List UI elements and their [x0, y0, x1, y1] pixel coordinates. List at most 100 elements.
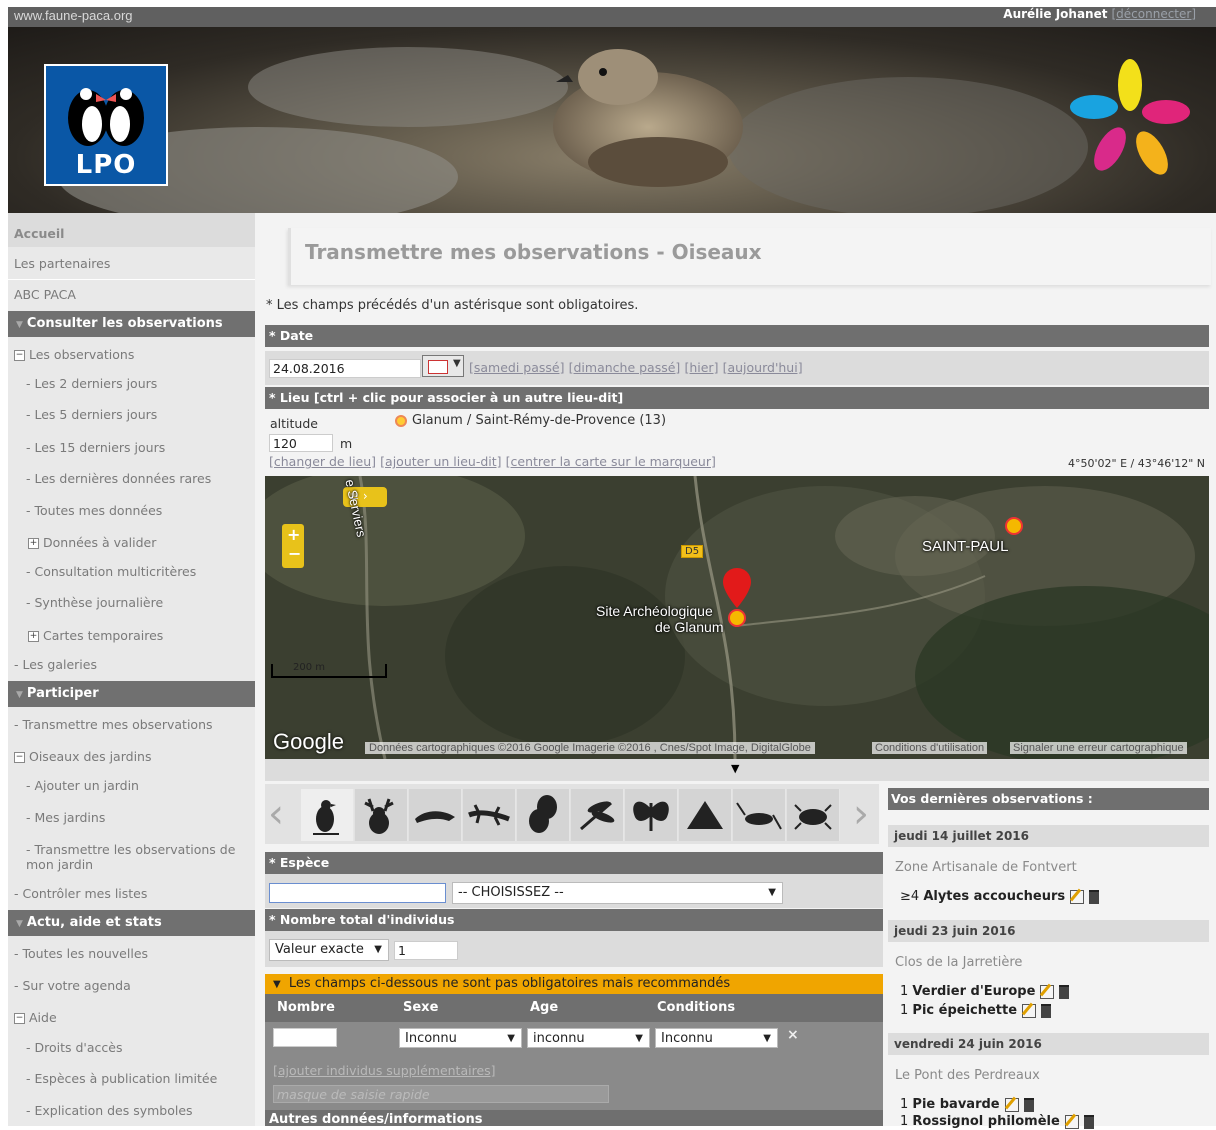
lpo-logo[interactable]: LPO [44, 64, 168, 186]
sidebar-item-15-jours[interactable]: - Les 15 derniers jours [26, 440, 273, 455]
edit-icon[interactable] [1004, 1097, 1019, 1112]
sidebar-item-controler[interactable]: - Contrôler mes listes [14, 886, 261, 901]
sex-select[interactable]: Inconnu ▼ [399, 1028, 522, 1048]
sidebar-item-abc[interactable]: ABC PACA [14, 287, 261, 302]
trash-icon[interactable] [1059, 984, 1070, 999]
edit-icon[interactable] [1022, 1003, 1037, 1018]
obs-place[interactable]: Le Pont des Perdreaux [895, 1068, 1040, 1083]
sidebar-item-especes-publication[interactable]: - Espèces à publication limitée [26, 1071, 273, 1086]
center-map-link[interactable]: [centrer la carte sur le marqueur] [506, 454, 716, 469]
sidebar-item-nouvelles[interactable]: - Toutes les nouvelles [14, 946, 261, 961]
expand-icon: + [28, 538, 39, 549]
species-group-orthoptera[interactable] [679, 789, 732, 841]
species-group-beetle[interactable] [787, 789, 840, 841]
sidebar-item-ajouter-jardin[interactable]: - Ajouter un jardin [26, 778, 273, 793]
zoom-out-icon[interactable]: − [288, 544, 301, 563]
species-group-bird[interactable] [301, 789, 354, 841]
map-report-error-link[interactable]: Signaler une erreur cartographique [1010, 742, 1187, 754]
species-group-reptile[interactable] [463, 789, 516, 841]
chevron-left-icon[interactable]: ‹ [268, 792, 284, 836]
zoom-control[interactable]: + − [282, 524, 304, 568]
sidebar-item-synthese[interactable]: - Synthèse journalière [26, 595, 273, 610]
obs-entry[interactable]: 1 Verdier d'Europe [900, 984, 1070, 999]
species-group-marine[interactable] [409, 789, 462, 841]
trash-icon[interactable] [1023, 1097, 1034, 1112]
obs-place[interactable]: Clos de la Jarretière [895, 955, 1022, 970]
sidebar-section-actu[interactable]: ▼ Actu, aide et stats [8, 910, 255, 936]
sidebar-item-2-jours[interactable]: - Les 2 derniers jours [26, 376, 273, 391]
sidebar-item-transmettre-jardin[interactable]: - Transmettre les observations de mon ja… [26, 842, 251, 872]
species-group-squirrel[interactable] [517, 789, 570, 841]
trash-icon[interactable] [1041, 1003, 1052, 1018]
obs-place[interactable]: Zone Artisanale de Fontvert [895, 860, 1077, 875]
sidebar-item-donnees-rares[interactable]: - Les dernières données rares [26, 471, 273, 486]
species-select[interactable]: -- CHOISISSEZ -- ▼ [452, 882, 783, 904]
sidebar-item-toutes-donnees[interactable]: - Toutes mes données [26, 503, 273, 518]
species-group-mammal[interactable] [355, 789, 408, 841]
sidebar-item-cartes[interactable]: + Cartes temporaires [28, 628, 275, 643]
zoom-in-icon[interactable]: + [287, 525, 300, 544]
edit-icon[interactable] [1064, 1114, 1079, 1129]
edit-icon[interactable] [1070, 889, 1085, 904]
chevron-down-icon[interactable]: ▼ [731, 762, 739, 775]
quick-entry-input[interactable]: masque de saisie rapide [273, 1085, 609, 1103]
sidebar-item-partenaires[interactable]: Les partenaires [14, 256, 261, 271]
map-label-site: Site Archéologique [596, 603, 713, 619]
date-input[interactable]: 24.08.2016 [269, 359, 421, 378]
map-pin-icon[interactable] [723, 568, 751, 628]
faune-paca-logo[interactable] [1070, 57, 1190, 187]
sidebar-item-donnees-valider[interactable]: + Données à valider [28, 535, 275, 550]
obs-entry[interactable]: ≥4 Alytes accoucheurs [900, 889, 1100, 904]
sidebar-item-explication[interactable]: - Explication des symboles [26, 1103, 273, 1118]
sidebar-item-les-observations[interactable]: − Les observations [14, 347, 261, 362]
trash-icon[interactable] [1089, 889, 1100, 904]
age-select[interactable]: inconnu ▼ [527, 1028, 650, 1048]
detail-count-input[interactable] [273, 1028, 337, 1047]
sidebar-item-agenda[interactable]: - Sur votre agenda [14, 978, 261, 993]
map-conditions-link[interactable]: Conditions d'utilisation [872, 742, 988, 754]
recent-observations-head: Vos dernières observations : [888, 788, 1209, 810]
sidebar-item-accueil[interactable]: Accueil [8, 213, 255, 247]
date-link-dimanche[interactable]: [dimanche passé] [569, 360, 681, 375]
count-input[interactable]: 1 [394, 941, 458, 960]
sidebar-item-consultation[interactable]: - Consultation multicritères [26, 564, 273, 579]
species-group-butterfly[interactable] [625, 789, 678, 841]
place-marker-icon[interactable] [1005, 517, 1023, 535]
sidebar-item-galeries[interactable]: - Les galeries [14, 657, 261, 672]
edit-icon[interactable] [1040, 984, 1055, 999]
sidebar-item-transmettre[interactable]: - Transmettre mes observations [14, 717, 261, 732]
add-individuals-link[interactable]: [ajouter individus supplémentaires] [273, 1063, 496, 1078]
change-place-link[interactable]: [changer de lieu] [269, 454, 376, 469]
map-attribution: Données cartographiques ©2016 Google Ima… [365, 742, 815, 754]
sidebar-item-aide[interactable]: − Aide [14, 1010, 261, 1025]
species-group-cricket[interactable] [733, 789, 786, 841]
site-url[interactable]: www.faune-paca.org [14, 8, 133, 23]
optional-fields-toggle[interactable]: ▼ Les champs ci-dessous ne sont pas obli… [265, 974, 883, 994]
sidebar-item-label: Cartes temporaires [43, 628, 164, 643]
date-link-hier[interactable]: [hier] [684, 360, 718, 375]
disconnect-link[interactable]: [déconnecter] [1111, 7, 1196, 21]
count-type-select[interactable]: Valeur exacte ▼ [269, 939, 389, 961]
sidebar-item-oiseaux-jardins[interactable]: − Oiseaux des jardins [14, 749, 261, 764]
obs-entry[interactable]: 1 Pic épeichette [900, 1003, 1052, 1018]
conditions-select[interactable]: Inconnu ▼ [655, 1028, 778, 1048]
sidebar-item-mes-jardins[interactable]: - Mes jardins [26, 810, 273, 825]
close-icon[interactable]: × [787, 1027, 799, 1043]
sidebar-item-5-jours[interactable]: - Les 5 derniers jours [26, 407, 273, 422]
calendar-button[interactable]: ▼ [422, 355, 464, 377]
map-collapse-row[interactable]: ▼ [265, 759, 1209, 781]
date-link-aujourdhui[interactable]: [aujourd'hui] [723, 360, 803, 375]
sidebar-section-consulter[interactable]: ▼ Consulter les observations [8, 311, 255, 337]
obs-entry[interactable]: 1 Rossignol philomèle [900, 1114, 1094, 1129]
species-group-odonata[interactable] [571, 789, 624, 841]
obs-entry[interactable]: 1 Pie bavarde [900, 1097, 1034, 1112]
map[interactable]: ≡ › + − e Serviers D5 SAINT-PAUL Site Ar… [265, 476, 1209, 759]
trash-icon[interactable] [1083, 1114, 1094, 1129]
altitude-input[interactable]: 120 [269, 434, 333, 452]
chevron-right-icon[interactable]: › [853, 792, 869, 836]
date-link-samedi[interactable]: [samedi passé] [469, 360, 564, 375]
add-lieu-dit-link[interactable]: [ajouter un lieu-dit] [380, 454, 501, 469]
sidebar-item-droits[interactable]: - Droits d'accès [26, 1040, 273, 1055]
sidebar-section-participer[interactable]: ▼ Participer [8, 681, 255, 707]
species-search-input[interactable] [269, 883, 446, 903]
